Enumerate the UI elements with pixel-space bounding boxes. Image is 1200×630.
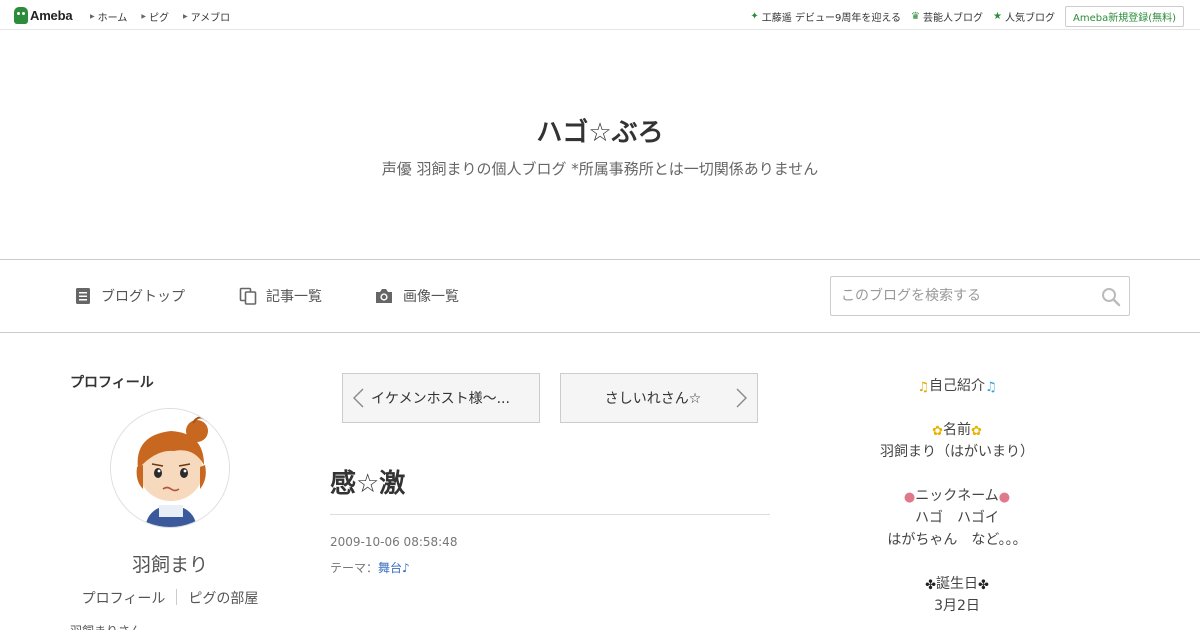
theme-link[interactable]: 舞台♪ (378, 561, 410, 575)
arrow-right-icon: ▶ (182, 13, 188, 20)
search-input[interactable] (831, 277, 1091, 315)
bunny-icon: ✤ (978, 578, 989, 593)
music-note-icon: ♫ (985, 380, 997, 395)
global-nav-ameblo[interactable]: ▶ アメブロ (183, 9, 230, 24)
sparkle-icon: ✦ (750, 11, 759, 22)
global-nav-pigg[interactable]: ▶ ピグ (141, 9, 169, 24)
global-nav-home[interactable]: ▶ ホーム (90, 9, 127, 24)
featured-news-link[interactable]: ✦ 工藤遥 デビュー9周年を迎える (750, 9, 901, 24)
nickname-heading: ●ニックネーム● (903, 488, 1011, 505)
sunflower-icon: ✿ (932, 424, 943, 439)
ameba-logo-icon (14, 6, 28, 24)
theme-label: テーマ： (330, 561, 379, 575)
blog-description: 声優 羽飼まりの個人ブログ *所属事務所とは一切関係ありません (381, 160, 819, 178)
nav-image-list[interactable]: 画像一覧 (374, 286, 459, 306)
ameba-logo[interactable]: Ameba (14, 6, 73, 24)
global-nav: ▶ ホーム ▶ ピグ ▶ アメブロ (90, 9, 244, 24)
nickname-line-1: ハゴ ハゴイ (915, 510, 999, 526)
next-entry-button[interactable]: さしいれさん☆ (560, 373, 758, 423)
divider (176, 589, 178, 605)
blog-search (830, 276, 1130, 316)
profile-text-partial: 羽飼まりさん (70, 622, 142, 630)
search-icon[interactable] (1101, 287, 1121, 307)
intro-heading: ♫自己紹介♫ (917, 378, 997, 395)
popular-blog-link[interactable]: ★ 人気ブログ (993, 9, 1055, 24)
copy-icon (239, 287, 257, 305)
profile-link[interactable]: プロフィール (82, 588, 166, 608)
global-header: Ameba ▶ ホーム ▶ ピグ ▶ アメブロ ✦ 工藤遥 デビュー9周年を迎える ♛ 芸… (0, 0, 1200, 30)
pigg-room-link[interactable]: ピグの部屋 (188, 588, 258, 608)
name-heading: ✿名前✿ (932, 422, 982, 439)
blog-title[interactable]: ハゴ☆ぶろ (0, 112, 1200, 149)
prev-entry-label: イケメンホスト様～... (371, 391, 510, 407)
pig-icon: ● (903, 490, 916, 505)
blog-nav: ブログトップ 記事一覧 画像一覧 (0, 259, 1200, 333)
nav-blog-top[interactable]: ブログトップ (74, 286, 185, 306)
celebrity-blog-link[interactable]: ♛ 芸能人ブログ (911, 9, 983, 24)
profile-heading: プロフィール (70, 375, 154, 391)
document-icon (76, 288, 90, 304)
prev-entry-button[interactable]: イケメンホスト様～... (342, 373, 540, 423)
profile-name[interactable]: 羽飼まり (70, 550, 270, 577)
pigg-avatar-illustration (111, 409, 229, 527)
bunny-icon: ✤ (925, 578, 936, 593)
chevron-right-icon (736, 388, 747, 408)
entry-date: 2009-10-06 08:58:48 (330, 535, 458, 549)
crown-icon: ♛ (911, 11, 921, 22)
birthday-value: 3月2日 (934, 598, 980, 614)
profile-links: プロフィール ピグの部屋 (70, 588, 270, 608)
star-icon: ★ (993, 11, 1002, 22)
arrow-right-icon: ▶ (141, 13, 146, 20)
nav-entry-list[interactable]: 記事一覧 (239, 286, 322, 306)
sunflower-icon: ✿ (971, 424, 982, 439)
header-right-links: ✦ 工藤遥 デビュー9周年を迎える ♛ 芸能人ブログ ★ 人気ブログ Ameba新規登… (750, 6, 1184, 27)
name-value: 羽飼まり（はがいまり） (880, 444, 1034, 460)
pig-icon: ● (998, 490, 1011, 505)
nickname-line-2: はがちゃん など。。。 (887, 532, 1027, 548)
next-entry-label: さしいれさん☆ (604, 391, 702, 407)
music-note-icon: ♫ (917, 380, 929, 395)
camera-icon (376, 289, 392, 303)
ameba-logo-text: Ameba (30, 7, 73, 23)
avatar[interactable] (110, 408, 230, 528)
entry-theme: テーマ：舞台♪ (330, 559, 410, 576)
chevron-left-icon (353, 388, 364, 408)
entry-title[interactable]: 感☆激 (330, 463, 405, 500)
register-button[interactable]: Ameba新規登録(無料) (1064, 6, 1184, 27)
birthday-heading: ✤誕生日✤ (925, 576, 989, 593)
arrow-right-icon: ▶ (90, 13, 95, 20)
entry-divider (330, 514, 770, 515)
